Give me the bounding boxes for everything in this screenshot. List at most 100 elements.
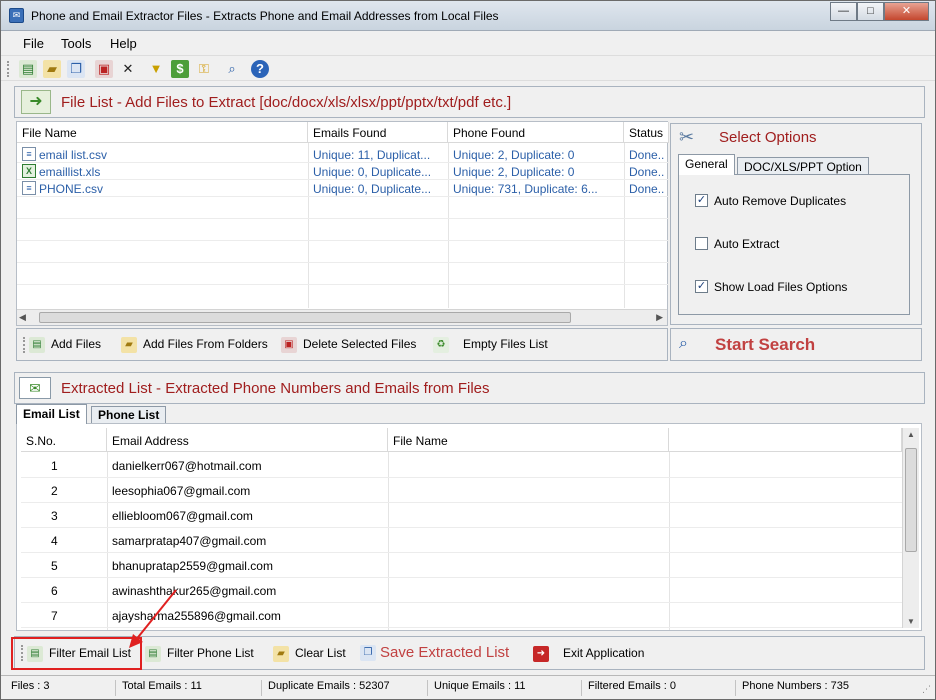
exit-icon: ➜ — [533, 645, 549, 662]
scroll-down-icon[interactable]: ▼ — [907, 617, 915, 626]
title-bar[interactable]: ✉ Phone and Email Extractor Files - Extr… — [1, 1, 935, 31]
phones-found: Unique: 2, Duplicate: 0 — [453, 165, 575, 179]
file-status: Done.. — [629, 165, 665, 179]
column-email-address[interactable]: Email Address — [107, 428, 388, 452]
column-emails-found[interactable]: Emails Found — [308, 122, 448, 143]
start-search-button[interactable]: ⌕ Start Search — [670, 328, 922, 361]
clear-list-button[interactable]: ▰ Clear List — [273, 642, 346, 664]
add-files-icon[interactable]: ▤ — [19, 60, 37, 78]
status-files: Files : 3 — [11, 680, 50, 692]
key-icon[interactable]: ⚿ — [195, 60, 213, 78]
scroll-right-icon[interactable]: ▶ — [656, 312, 663, 323]
resize-grip-icon[interactable]: ⋰ — [922, 684, 931, 695]
search-icon: ⌕ — [679, 335, 688, 352]
clear-list-label: Clear List — [295, 646, 346, 660]
toolbar: ▤ ▰ ❐ ▣ ✕ ▼ $ ⚿ ⌕ ? — [1, 55, 935, 81]
emails-found: Unique: 0, Duplicate... — [313, 165, 432, 179]
show-load-files-label: Show Load Files Options — [714, 280, 848, 294]
phones-found: Unique: 731, Duplicate: 6... — [453, 182, 598, 196]
auto-extract-checkbox[interactable] — [695, 237, 708, 250]
scrollbar-thumb[interactable] — [39, 312, 571, 323]
add-folders-button[interactable]: ▰ Add Files From Folders — [121, 333, 268, 355]
filter-icon[interactable]: ▼ — [147, 60, 165, 78]
search-icon[interactable]: ⌕ — [223, 60, 241, 78]
file-list-grid[interactable]: File Name Emails Found Phone Found Statu… — [16, 121, 669, 326]
delete-icon: ▣ — [281, 336, 297, 353]
add-folders-label: Add Files From Folders — [143, 337, 268, 351]
empty-list-label: Empty Files List — [463, 337, 548, 351]
show-load-files-checkbox[interactable]: ✓ — [695, 280, 708, 293]
file-name: email list.csv — [39, 148, 108, 162]
auto-extract-label: Auto Extract — [714, 237, 780, 251]
save-extracted-button[interactable]: ❐ Save Extracted List — [360, 642, 509, 664]
column-status[interactable]: Status — [624, 122, 669, 143]
file-status: Done.. — [629, 148, 665, 162]
menu-file[interactable]: File — [23, 36, 44, 51]
app-icon: ✉ — [9, 8, 24, 23]
email-address: bhanupratap2559@gmail.com — [112, 559, 273, 573]
column-file-name[interactable]: File Name — [388, 428, 669, 452]
envelope-icon: ✉ — [19, 377, 51, 399]
options-panel: ✂ Select Options General DOC/XLS/PPT Opt… — [670, 123, 922, 325]
delete-selected-button[interactable]: ▣ Delete Selected Files — [281, 333, 416, 355]
menu-help[interactable]: Help — [110, 36, 137, 51]
maximize-button[interactable]: □ — [857, 2, 884, 21]
email-address: leesophia067@gmail.com — [112, 484, 251, 498]
annotation-arrow-icon — [129, 589, 177, 648]
save-icon: ❐ — [360, 645, 376, 662]
scrollbar-thumb[interactable] — [905, 448, 917, 552]
auto-remove-duplicates-checkbox[interactable]: ✓ — [695, 194, 708, 207]
delete-selected-label: Delete Selected Files — [303, 337, 417, 351]
scroll-left-icon[interactable]: ◀ — [19, 312, 26, 323]
delete-icon[interactable]: ▣ — [95, 60, 113, 78]
add-files-button[interactable]: ▤ Add Files — [29, 333, 101, 355]
emails-found: Unique: 0, Duplicate... — [313, 182, 432, 196]
close-button[interactable]: ✕ — [884, 2, 929, 21]
email-address: danielkerr067@hotmail.com — [112, 459, 262, 473]
column-filler — [669, 428, 902, 452]
row-number: 1 — [51, 459, 58, 473]
tab-general[interactable]: General — [678, 154, 735, 175]
recycle-icon: ♻ — [433, 336, 449, 353]
menu-tools[interactable]: Tools — [61, 36, 91, 51]
scroll-up-icon[interactable]: ▲ — [907, 430, 915, 439]
window-title: Phone and Email Extractor Files - Extrac… — [31, 9, 499, 23]
row-number: 3 — [51, 509, 58, 523]
status-bar: Files : 3 Total Emails : 11 Duplicate Em… — [1, 675, 935, 699]
add-files-icon: ▤ — [29, 336, 45, 353]
column-sno[interactable]: S.No. — [21, 428, 107, 452]
row-number: 2 — [51, 484, 58, 498]
general-tab-panel: ✓ Auto Remove Duplicates Auto Extract ✓ … — [678, 174, 910, 315]
file-actions-bar: ▤ Add Files ▰ Add Files From Folders ▣ Dele… — [16, 328, 668, 361]
dollar-icon[interactable]: $ — [171, 60, 189, 78]
csv-file-icon: ≡ — [22, 181, 36, 195]
app-window: ✉ Phone and Email Extractor Files - Extr… — [0, 0, 936, 700]
horizontal-scrollbar[interactable]: ◀ ▶ — [17, 309, 667, 325]
row-number: 6 — [51, 584, 58, 598]
copy-icon[interactable]: ❐ — [67, 60, 85, 78]
clear-list-icon: ▰ — [273, 645, 289, 662]
tab-phone-list[interactable]: Phone List — [91, 406, 167, 423]
empty-list-button[interactable]: ♻ Empty Files List — [433, 333, 548, 355]
vertical-scrollbar[interactable]: ▲ ▼ — [902, 428, 919, 628]
help-icon[interactable]: ? — [251, 60, 269, 78]
row-number: 7 — [51, 609, 58, 623]
row-number: 5 — [51, 559, 58, 573]
close-icon[interactable]: ✕ — [119, 60, 137, 78]
save-extracted-label: Save Extracted List — [380, 644, 510, 661]
status-filtered-emails: Filtered Emails : 0 — [581, 680, 676, 696]
file-status: Done.. — [629, 182, 665, 196]
status-unique-emails: Unique Emails : 11 — [427, 680, 526, 696]
tab-doc-option[interactable]: DOC/XLS/PPT Option — [737, 157, 869, 175]
csv-file-icon: ≡ — [22, 147, 36, 161]
tab-email-list[interactable]: Email List — [16, 404, 87, 424]
column-phone-found[interactable]: Phone Found — [448, 122, 624, 143]
file-list-heading: File List - Add Files to Extract [doc/do… — [61, 94, 512, 111]
minimize-button[interactable]: — — [830, 2, 857, 21]
file-name: emaillist.xls — [39, 165, 101, 179]
column-file-name[interactable]: File Name — [17, 122, 308, 143]
file-list-header: ➜ File List - Add Files to Extract [doc/… — [14, 86, 925, 118]
exit-application-button[interactable]: ➜ Exit Application — [533, 642, 644, 664]
status-phone-numbers: Phone Numbers : 735 — [735, 680, 849, 696]
add-folder-icon[interactable]: ▰ — [43, 60, 61, 78]
